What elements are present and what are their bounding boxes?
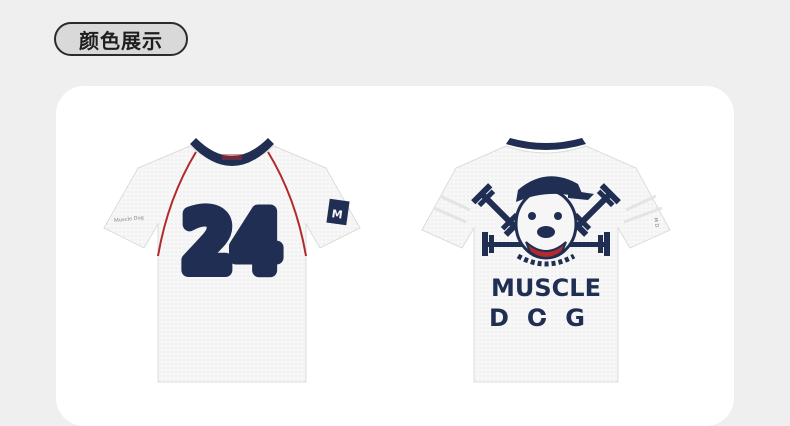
sleeve-patch-icon: M — [326, 198, 350, 226]
back-graphic-line1: MUSCLE — [491, 274, 601, 302]
jersey-number-fill: 24 — [184, 196, 280, 289]
section-title-pill: 颜色展示 — [54, 22, 188, 56]
jersey-back-image: M D MUSCLE DOG — [418, 138, 674, 386]
section-title: 颜色展示 — [79, 28, 163, 53]
svg-text:M: M — [331, 207, 344, 221]
jersey-front-image: Muscle Dog M 24 24 — [98, 138, 366, 386]
